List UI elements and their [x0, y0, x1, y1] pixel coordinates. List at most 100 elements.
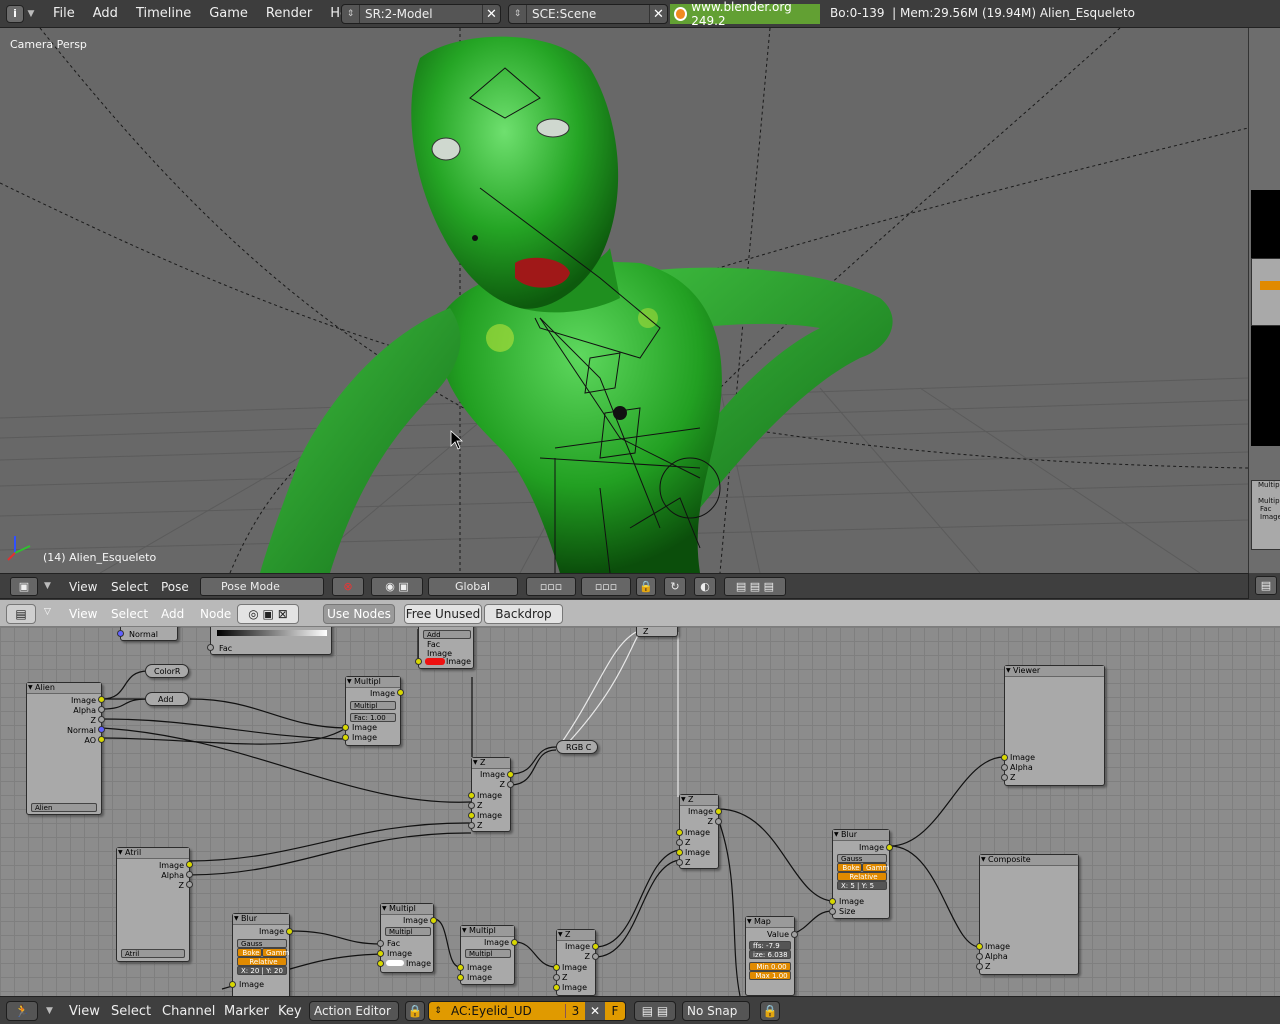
info-icon[interactable]: i: [6, 4, 24, 23]
socket-image[interactable]: [430, 917, 437, 924]
socket-z[interactable]: [715, 818, 722, 825]
chevron-down-icon[interactable]: ▼: [46, 1006, 53, 1016]
node-collapsed-colorr[interactable]: ColorR: [145, 664, 189, 678]
blur-size-fields[interactable]: X: 20 | Y: 20: [237, 966, 287, 975]
copy-paste-buttons[interactable]: ▤ ▤ ▤: [724, 577, 786, 596]
node-zcombine-1[interactable]: Z Image Z Image Z Image Z: [468, 757, 514, 832]
socket-alpha[interactable]: [98, 706, 105, 713]
menu-game[interactable]: Game: [200, 6, 257, 21]
copy-paste-buttons[interactable]: ▤ ▤: [634, 1001, 676, 1021]
node-collapsed-rgbcurves[interactable]: RGB C: [556, 740, 598, 754]
gamma-toggle[interactable]: Gamm: [862, 863, 889, 872]
node-atril-render-layer[interactable]: Atril Image Alpha Z Atril: [116, 847, 193, 962]
node-title[interactable]: Multipl: [346, 677, 400, 688]
use-nodes-toggle[interactable]: Use Nodes: [323, 604, 395, 624]
close-icon[interactable]: ✕: [585, 1002, 605, 1020]
orientation-selector[interactable]: Global: [428, 577, 518, 596]
node-collapsed-add[interactable]: Add: [145, 692, 189, 706]
socket-image[interactable]: [829, 898, 836, 905]
min-toggle[interactable]: Min 0.00: [749, 962, 791, 971]
action-name[interactable]: AC:Eyelid_UD: [447, 1004, 565, 1018]
menu-timeline[interactable]: Timeline: [127, 6, 200, 21]
editor-type-action-button[interactable]: 🏃: [6, 1001, 38, 1021]
socket-alpha[interactable]: [186, 871, 193, 878]
socket-fac[interactable]: [377, 940, 384, 947]
action-selector[interactable]: ⇕ AC:Eyelid_UD 3 ✕ F: [428, 1001, 626, 1021]
draw-type-button[interactable]: ⊗: [332, 577, 364, 596]
menu-pose[interactable]: Pose: [161, 580, 189, 594]
node-partial-normal[interactable]: Normal: [117, 627, 178, 641]
socket-image[interactable]: [468, 792, 475, 799]
editor-type-icon[interactable]: ▤: [1255, 576, 1277, 595]
socket-image[interactable]: [468, 812, 475, 819]
scene-selector[interactable]: ⇕ SCE:Scene ✕: [508, 4, 668, 24]
node-title[interactable]: Z: [472, 758, 510, 769]
socket-z[interactable]: [468, 822, 475, 829]
node-multiply-1[interactable]: Multipl Image Multipl Fac: 1.00 Image Im…: [342, 676, 404, 746]
socket-alpha[interactable]: [1001, 764, 1008, 771]
editor-mode-select[interactable]: Action Editor: [309, 1001, 399, 1021]
menu-key[interactable]: Key: [278, 1004, 302, 1019]
node-partial-colorramp[interactable]: Fac: [207, 627, 332, 655]
layer-buttons-2[interactable]: ▫▫▫: [581, 577, 631, 596]
menu-file[interactable]: File: [44, 6, 84, 21]
gamma-toggle[interactable]: Gamm: [262, 948, 289, 957]
mix-mode-field[interactable]: Add: [423, 630, 471, 639]
socket-normal[interactable]: [117, 630, 124, 637]
socket-value[interactable]: [791, 931, 798, 938]
node-title[interactable]: Z: [680, 795, 718, 806]
size-field[interactable]: ize: 6.038: [749, 950, 791, 959]
socket-image[interactable]: [676, 829, 683, 836]
menu-channel[interactable]: Channel: [162, 1004, 215, 1019]
lock-icon[interactable]: 🔒: [405, 1001, 425, 1021]
pose-mode-label[interactable]: Pose Mode: [221, 580, 280, 593]
socket-image[interactable]: [715, 808, 722, 815]
3d-viewport[interactable]: Camera Persp (14) Alien_Esqueleto: [0, 28, 1248, 573]
socket-image[interactable]: [342, 734, 349, 741]
node-title[interactable]: Multipl: [461, 926, 514, 937]
switch-arrows-icon[interactable]: ⇕: [509, 5, 527, 23]
socket-image[interactable]: [397, 689, 404, 696]
socket-normal[interactable]: [98, 726, 105, 733]
node-multiply-3[interactable]: Multipl Image Multipl Image Image: [457, 925, 518, 985]
socket-image[interactable]: [377, 960, 384, 967]
side-panel-header[interactable]: ▤: [1248, 573, 1280, 599]
socket-image[interactable]: [229, 981, 236, 988]
editor-mode-label[interactable]: Action Editor: [314, 1004, 391, 1018]
close-icon[interactable]: ✕: [482, 5, 500, 23]
node-title[interactable]: Viewer: [1005, 666, 1104, 677]
lock-icon[interactable]: 🔒: [760, 1001, 780, 1021]
node-zcombine-3[interactable]: Z Image Z Image Z Image Z: [676, 794, 722, 869]
blender-url-badge[interactable]: www.blender.org 249.2: [670, 0, 820, 28]
node-tree-type-buttons[interactable]: ◎ ▣ ⊠: [237, 604, 299, 624]
action-users-count[interactable]: 3: [565, 1004, 585, 1018]
node-title[interactable]: Alien: [27, 683, 101, 694]
side-panel[interactable]: Multipl Multipl Fac Image: [1248, 28, 1280, 573]
menu-select[interactable]: Select: [111, 607, 148, 621]
socket-image[interactable]: [186, 861, 193, 868]
socket-image[interactable]: [592, 943, 599, 950]
socket-z[interactable]: [553, 974, 560, 981]
scene-select[interactable]: Atril: [121, 949, 185, 958]
screen-selector[interactable]: ⇕ SR:2-Model ✕: [341, 4, 501, 24]
socket-image[interactable]: [457, 964, 464, 971]
socket-z[interactable]: [186, 881, 193, 888]
node-composite[interactable]: Composite Image Alpha Z: [976, 854, 1079, 975]
socket-z[interactable]: [507, 781, 514, 788]
node-title[interactable]: Z: [557, 930, 595, 941]
scene-select[interactable]: Alien: [31, 803, 97, 812]
socket-alpha[interactable]: [976, 953, 983, 960]
lock-icon[interactable]: 🔒: [636, 577, 656, 596]
color-swatch-white[interactable]: [386, 960, 404, 966]
scene-name[interactable]: SCE:Scene: [527, 7, 649, 21]
chevron-down-icon[interactable]: ▼: [24, 9, 38, 19]
menu-add[interactable]: Add: [84, 6, 127, 21]
chevron-down-icon[interactable]: ▽: [44, 607, 51, 617]
blend-mode-field[interactable]: Multipl: [385, 927, 431, 936]
chevron-down-icon[interactable]: ▼: [44, 581, 51, 591]
node-zcombine-2[interactable]: Z Image Z Image Z Image: [553, 929, 599, 996]
pivot-button[interactable]: ◉ ▣: [371, 577, 423, 596]
node-partial-mix-add[interactable]: Add Fac Image Image: [415, 627, 474, 669]
socket-image[interactable]: [415, 658, 422, 665]
node-title[interactable]: Map: [746, 917, 794, 928]
